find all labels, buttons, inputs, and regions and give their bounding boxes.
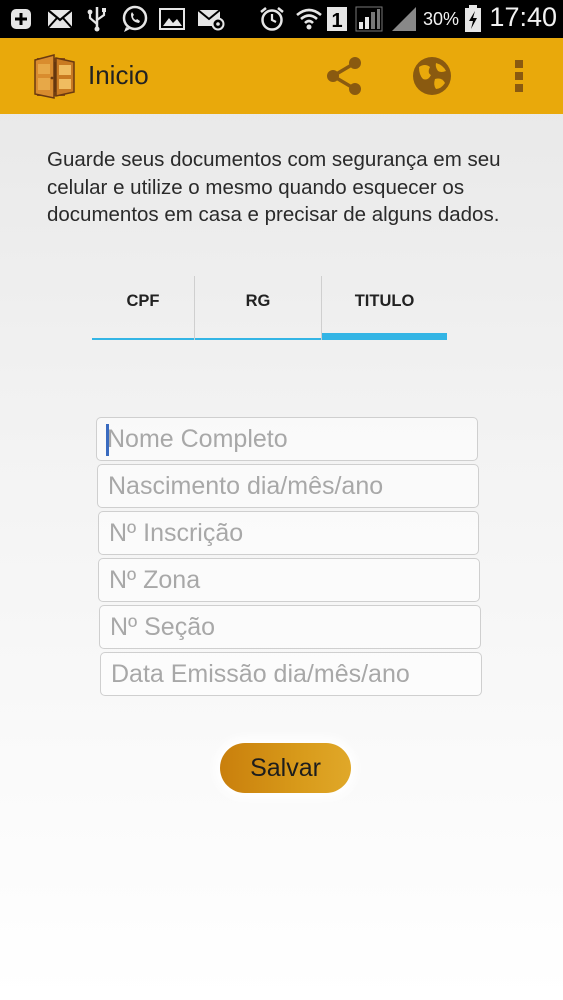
whatsapp-icon	[120, 5, 150, 32]
overflow-menu-icon[interactable]	[495, 52, 543, 100]
intro-text: Guarde seus documentos com segurança em …	[47, 148, 501, 226]
share-icon[interactable]	[320, 52, 368, 100]
clock-time: 17:40	[489, 2, 557, 32]
battery-percent: 30%	[423, 9, 460, 29]
wifi-icon	[294, 6, 324, 32]
page-title: Inicio	[88, 60, 149, 90]
signal-icon-2	[390, 6, 418, 32]
tab-label: CPF	[126, 292, 160, 310]
sim-icon: 1	[326, 6, 348, 32]
action-bar: Inicio	[0, 38, 563, 114]
globe-icon[interactable]	[408, 52, 456, 100]
save-button[interactable]: Salvar	[220, 743, 351, 793]
image-icon	[158, 6, 186, 32]
mail-icon	[46, 6, 74, 32]
inscricao-input[interactable]	[98, 511, 479, 555]
data-emissao-input[interactable]	[100, 652, 482, 696]
tab-label: RG	[245, 292, 271, 310]
nascimento-input[interactable]	[97, 464, 479, 508]
secao-input[interactable]	[99, 605, 481, 649]
status-bar: 1 30% 17:40	[0, 0, 563, 38]
tab-cpf[interactable]: CPF	[92, 276, 194, 340]
battery-charging-icon	[463, 5, 483, 32]
signal-icon	[354, 6, 384, 32]
tab-indicator	[92, 338, 194, 340]
door-logo-icon[interactable]	[32, 52, 78, 100]
zona-input[interactable]	[98, 558, 480, 602]
document-tabs: CPF RG TITULO	[92, 276, 448, 340]
tab-rg[interactable]: RG	[194, 276, 321, 340]
email-settings-icon	[196, 6, 226, 32]
alarm-icon	[258, 6, 286, 32]
tab-label: TITULO	[354, 292, 415, 310]
nome-completo-input[interactable]	[96, 417, 478, 461]
usb-icon	[84, 6, 110, 32]
add-notification-icon	[8, 6, 34, 32]
sim-slot-label: 1	[331, 10, 342, 32]
tab-indicator-active	[322, 333, 447, 340]
tab-titulo[interactable]: TITULO	[321, 276, 447, 340]
tab-indicator	[195, 338, 321, 340]
text-cursor	[106, 424, 109, 456]
